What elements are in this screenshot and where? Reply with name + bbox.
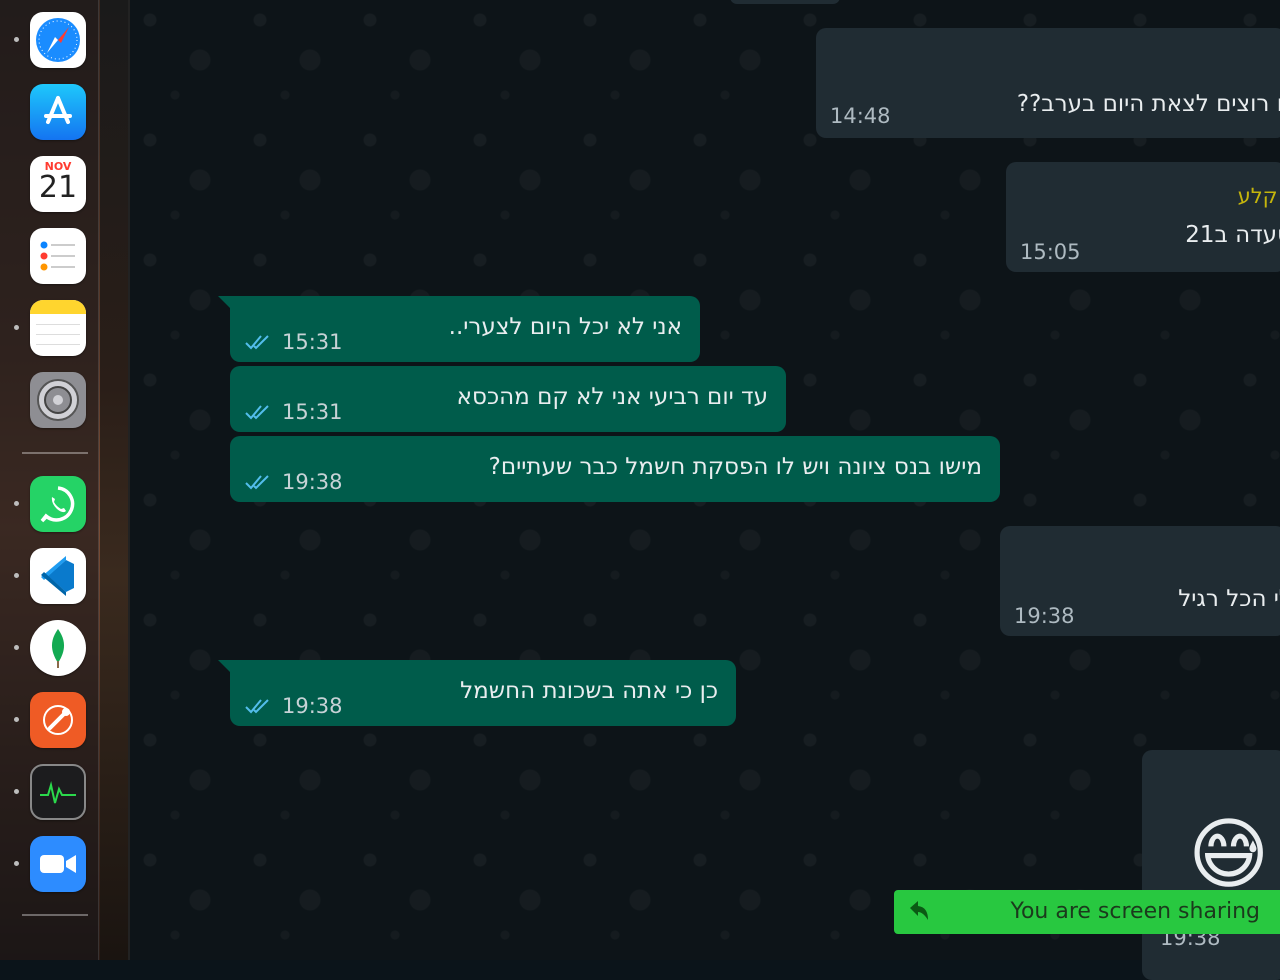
- vscode-icon[interactable]: [30, 548, 86, 604]
- message-time: 19:38: [1014, 604, 1075, 628]
- outgoing-message[interactable]: מישו בנס ציונה ויש לו הפסקת חשמל כבר שעת…: [230, 436, 1000, 502]
- message-text: עד יום רביעי אני לא קם מהכסא: [456, 384, 768, 410]
- outgoing-message[interactable]: עד יום רביעי אני לא קם מהכסא 15:31: [230, 366, 786, 432]
- dock-separator: [22, 914, 88, 916]
- mongodb-icon[interactable]: [30, 620, 86, 676]
- chat-pane[interactable]: ז ם רוצים לצאת היום בערב?? 14:48 ' קלע ס…: [130, 0, 1280, 980]
- reminders-icon[interactable]: [30, 228, 86, 284]
- screen-sharing-banner[interactable]: You are screen sharing: [894, 890, 1280, 934]
- running-indicator: [14, 37, 19, 42]
- sender-name: ' קלע: [1237, 184, 1280, 208]
- system-preferences-icon[interactable]: [30, 372, 86, 428]
- calendar-day: 21: [38, 170, 78, 205]
- running-indicator: [14, 717, 19, 722]
- dock: NOV 21: [0, 0, 100, 960]
- read-receipt-icon: [245, 405, 269, 420]
- message-text: אני לא יכל היום לצערי..: [448, 314, 682, 340]
- safari-icon[interactable]: [30, 12, 86, 68]
- screen-sharing-label: You are screen sharing: [1010, 899, 1260, 924]
- read-receipt-icon: [245, 699, 269, 714]
- desktop-edge: [100, 0, 130, 960]
- share-arrow-icon: [910, 901, 928, 920]
- running-indicator: [14, 573, 19, 578]
- message-time: 19:38: [282, 694, 343, 718]
- message-text: מישו בנס ציונה ויש לו הפסקת חשמל כבר שעת…: [488, 454, 982, 480]
- emoji-sweat-smile: 😅: [1188, 810, 1270, 900]
- postman-icon[interactable]: [30, 692, 86, 748]
- message-text: ם רוצים לצאת היום בערב??: [1016, 91, 1280, 117]
- running-indicator: [14, 645, 19, 650]
- incoming-message[interactable]: ז ם רוצים לצאת היום בערב?? 14:48: [816, 28, 1280, 138]
- zoom-icon[interactable]: [30, 836, 86, 892]
- message-time: 19:38: [282, 470, 343, 494]
- calendar-icon[interactable]: NOV 21: [30, 156, 86, 212]
- incoming-message[interactable]: ז לי הכל רגיל 19:38: [1000, 526, 1280, 636]
- activity-monitor-icon[interactable]: [30, 764, 86, 820]
- message-time: 15:31: [282, 400, 343, 424]
- outgoing-message[interactable]: כן כי אתה בשכונת החשמל 19:38: [218, 660, 736, 726]
- message-time: 15:05: [1020, 240, 1081, 264]
- read-receipt-icon: [245, 475, 269, 490]
- running-indicator: [14, 861, 19, 866]
- message-time: 14:48: [830, 104, 891, 128]
- dock-separator: [22, 452, 88, 454]
- read-receipt-icon: [245, 335, 269, 350]
- running-indicator: [14, 501, 19, 506]
- message-time: 15:31: [282, 330, 343, 354]
- outgoing-message[interactable]: אני לא יכל היום לצערי.. 15:31: [218, 296, 700, 362]
- message-fragment: [730, 0, 840, 4]
- notes-icon[interactable]: [30, 300, 86, 356]
- incoming-message[interactable]: ' קלע סעדה ב21 15:05: [1006, 162, 1280, 272]
- app-store-icon[interactable]: [30, 84, 86, 140]
- incoming-message[interactable]: ז 😅 19:38: [1142, 750, 1280, 980]
- message-text: לי הכל רגיל: [1178, 586, 1280, 612]
- message-text: סעדה ב21: [1185, 222, 1280, 248]
- message-text: כן כי אתה בשכונת החשמל: [460, 678, 718, 704]
- running-indicator: [14, 325, 19, 330]
- whatsapp-icon[interactable]: [30, 476, 86, 532]
- running-indicator: [14, 789, 19, 794]
